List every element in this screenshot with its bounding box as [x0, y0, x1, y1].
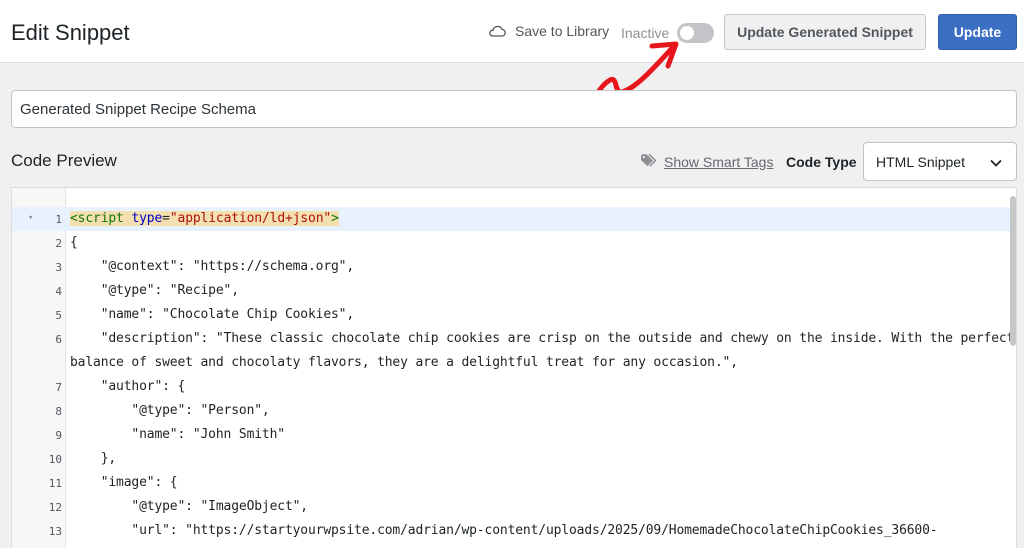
page-header: Edit Snippet Save to Library Inactive Up… [0, 0, 1024, 63]
line-number: 6 [55, 333, 62, 346]
tag-icon [640, 153, 660, 170]
code-editor[interactable]: ▾ 1 <script type="application/ld+json"> 2{3… [11, 187, 1017, 548]
code-line: 3 "@context": "https://schema.org", [12, 255, 1016, 279]
code-text: "name": "John Smith" [70, 427, 285, 442]
update-button[interactable]: Update [938, 14, 1017, 50]
line-number: 1 [55, 213, 62, 226]
line-number: 8 [55, 405, 62, 418]
line-number: 3 [55, 261, 62, 274]
code-text: { [70, 235, 78, 250]
code-type-select[interactable]: HTML Snippet [863, 142, 1017, 181]
update-generated-snippet-button[interactable]: Update Generated Snippet [724, 14, 926, 50]
code-line: ▾ 1 <script type="application/ld+json"> [12, 207, 1016, 231]
chevron-down-icon [990, 154, 1002, 170]
code-line: balance of sweet and chocolaty flavors, … [12, 351, 1016, 375]
code-line: 7 "author": { [12, 375, 1016, 399]
line-number: 13 [48, 525, 62, 538]
line-number: 9 [55, 429, 62, 442]
code-type-label: Code Type [786, 154, 857, 170]
line-number: 10 [48, 453, 62, 466]
line-number: 4 [55, 285, 62, 298]
code-line: 11 "image": { [12, 471, 1016, 495]
show-smart-tags-label: Show Smart Tags [664, 153, 774, 170]
code-line: 10 }, [12, 447, 1016, 471]
code-type-value: HTML Snippet [876, 153, 965, 170]
code-line: 9 "name": "John Smith" [12, 423, 1016, 447]
code-line: 5 "name": "Chocolate Chip Cookies", [12, 303, 1016, 327]
code-line: 2{ [12, 231, 1016, 255]
code-text: }, [70, 451, 117, 466]
line-number: 12 [48, 501, 62, 514]
editor-scrollbar[interactable] [1010, 196, 1016, 346]
line-number: 2 [55, 237, 62, 250]
code-line: 6 "description": "These classic chocolat… [12, 327, 1016, 351]
code-text: balance of sweet and chocolaty flavors, … [70, 355, 738, 370]
code-line: 13 "url": "https://startyourwpsite.com/a… [12, 519, 1016, 543]
code-text: "name": "Chocolate Chip Cookies", [70, 307, 355, 322]
code-text: "author": { [70, 379, 186, 394]
line-number: 11 [48, 477, 62, 490]
line-number: 5 [55, 309, 62, 322]
show-smart-tags-link[interactable]: Show Smart Tags [640, 153, 773, 170]
cloud-icon [488, 25, 506, 37]
code-text: "@type": "Person", [70, 403, 270, 418]
page-title: Edit Snippet [11, 20, 130, 45]
code-text: <script type="application/ld+json"> [70, 211, 339, 226]
code-preview-heading: Code Preview [11, 151, 117, 170]
code-text: "image": { [70, 475, 178, 490]
code-line: 8 "@type": "Person", [12, 399, 1016, 423]
code-text: "@type": "Recipe", [70, 283, 239, 298]
snippet-title-input[interactable]: Generated Snippet Recipe Schema [11, 90, 1017, 128]
code-text: "@context": "https://schema.org", [70, 259, 355, 274]
code-text: "@type": "ImageObject", [70, 499, 308, 514]
line-number: 7 [55, 381, 62, 394]
code-text: "description": "These classic chocolate … [70, 331, 1015, 346]
code-text: "url": "https://startyourwpsite.com/adri… [70, 523, 938, 538]
code-line: 12 "@type": "ImageObject", [12, 495, 1016, 519]
code-line: 4 "@type": "Recipe", [12, 279, 1016, 303]
